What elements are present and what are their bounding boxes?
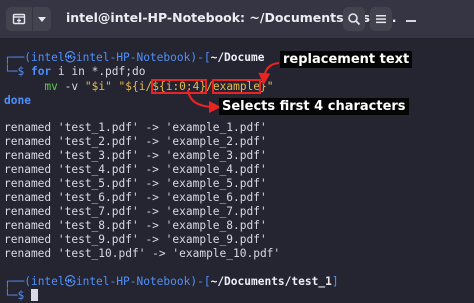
terminal-window: intel@intel-HP-Notebook: ~/Documents/tes… bbox=[0, 0, 474, 303]
prompt-bracket: ] bbox=[331, 275, 339, 288]
command-line-3: └─$ bbox=[4, 289, 38, 303]
text-cursor bbox=[30, 289, 38, 301]
new-tab-icon bbox=[12, 13, 26, 25]
prompt-user: intel bbox=[30, 275, 65, 288]
prompt-user: intel bbox=[30, 51, 65, 64]
command-mv: mv bbox=[44, 80, 58, 93]
output-line: renamed 'test_4.pdf' -> 'example_4.pdf' bbox=[4, 163, 267, 176]
prompt-bracket: )-[ bbox=[190, 275, 211, 288]
terminal-body[interactable]: ┌──(intel㉿intel-HP-Notebook)-[~/Docume └… bbox=[0, 39, 474, 303]
prompt-dollar: └─$ bbox=[4, 289, 31, 302]
prompt-bracket: )-[ bbox=[190, 51, 211, 64]
highlight-substring: ${i:0:4} bbox=[151, 79, 208, 94]
chevron-down-icon bbox=[38, 17, 46, 22]
prompt-host: intel-HP-Notebook bbox=[75, 275, 191, 288]
output-line: renamed 'test_8.pdf' -> 'example_8.pdf' bbox=[4, 219, 267, 232]
output-line: renamed 'test_10.pdf' -> 'example_10.pdf… bbox=[4, 247, 281, 260]
command-arg2-end: }" bbox=[260, 80, 274, 93]
keyword-done: done bbox=[4, 94, 31, 107]
title-bar: intel@intel-HP-Notebook: ~/Documents/tes… bbox=[0, 0, 474, 39]
output-line: renamed 'test_5.pdf' -> 'example_5.pdf' bbox=[4, 177, 267, 190]
output-line: renamed 'test_7.pdf' -> 'example_7.pdf' bbox=[4, 205, 267, 218]
command-arg2-start: "${i/ bbox=[118, 80, 153, 93]
command-arg1: "$i" bbox=[84, 80, 119, 93]
prompt-path: ~/Documents/test_1 bbox=[210, 275, 332, 288]
command-text: i in *.pdf;do bbox=[51, 65, 146, 78]
output-line: renamed 'test_3.pdf' -> 'example_3.pdf' bbox=[4, 149, 267, 162]
keyword-for: for bbox=[30, 65, 52, 78]
minimize-button[interactable] bbox=[404, 12, 418, 26]
annotation-selects: Selects first 4 characters bbox=[219, 98, 409, 115]
prompt-at: ㉿ bbox=[64, 51, 76, 64]
command-line-2: mv -v "$i" "${i/${i:0:4}/example}" bbox=[4, 79, 274, 94]
search-icon bbox=[348, 13, 361, 26]
output-line: renamed 'test_9.pdf' -> 'example_9.pdf' bbox=[4, 233, 267, 246]
annotation-replacement: replacement text bbox=[280, 51, 413, 68]
highlight-replacement: example bbox=[211, 79, 262, 94]
command-slash: / bbox=[206, 80, 213, 93]
prompt-line-2: ┌──(intel㉿intel-HP-Notebook)-[~/Document… bbox=[4, 275, 339, 289]
output-line: renamed 'test_2.pdf' -> 'example_2.pdf' bbox=[4, 135, 267, 148]
prompt-bracket: ┌──( bbox=[4, 51, 31, 64]
command-flags: -v bbox=[57, 80, 85, 93]
terminal-menu-button[interactable] bbox=[33, 7, 51, 31]
prompt-dollar: └─$ bbox=[4, 65, 31, 78]
minimize-icon bbox=[406, 20, 416, 22]
hamburger-menu-icon bbox=[376, 15, 386, 24]
output-line: renamed 'test_1.pdf' -> 'example_1.pdf' bbox=[4, 121, 267, 134]
prompt-line-1: ┌──(intel㉿intel-HP-Notebook)-[~/Docume bbox=[4, 51, 264, 65]
hamburger-menu-button[interactable] bbox=[370, 7, 392, 31]
prompt-host: intel-HP-Notebook bbox=[75, 51, 191, 64]
search-button[interactable] bbox=[343, 7, 365, 31]
prompt-at: ㉿ bbox=[64, 275, 76, 288]
prompt-path: ~/Docume bbox=[210, 51, 265, 64]
command-line-1: └─$ for i in *.pdf;do bbox=[4, 65, 145, 79]
output-line: renamed 'test_6.pdf' -> 'example_6.pdf' bbox=[4, 191, 267, 204]
prompt-bracket: ┌──( bbox=[4, 275, 31, 288]
new-tab-button[interactable] bbox=[6, 7, 32, 31]
